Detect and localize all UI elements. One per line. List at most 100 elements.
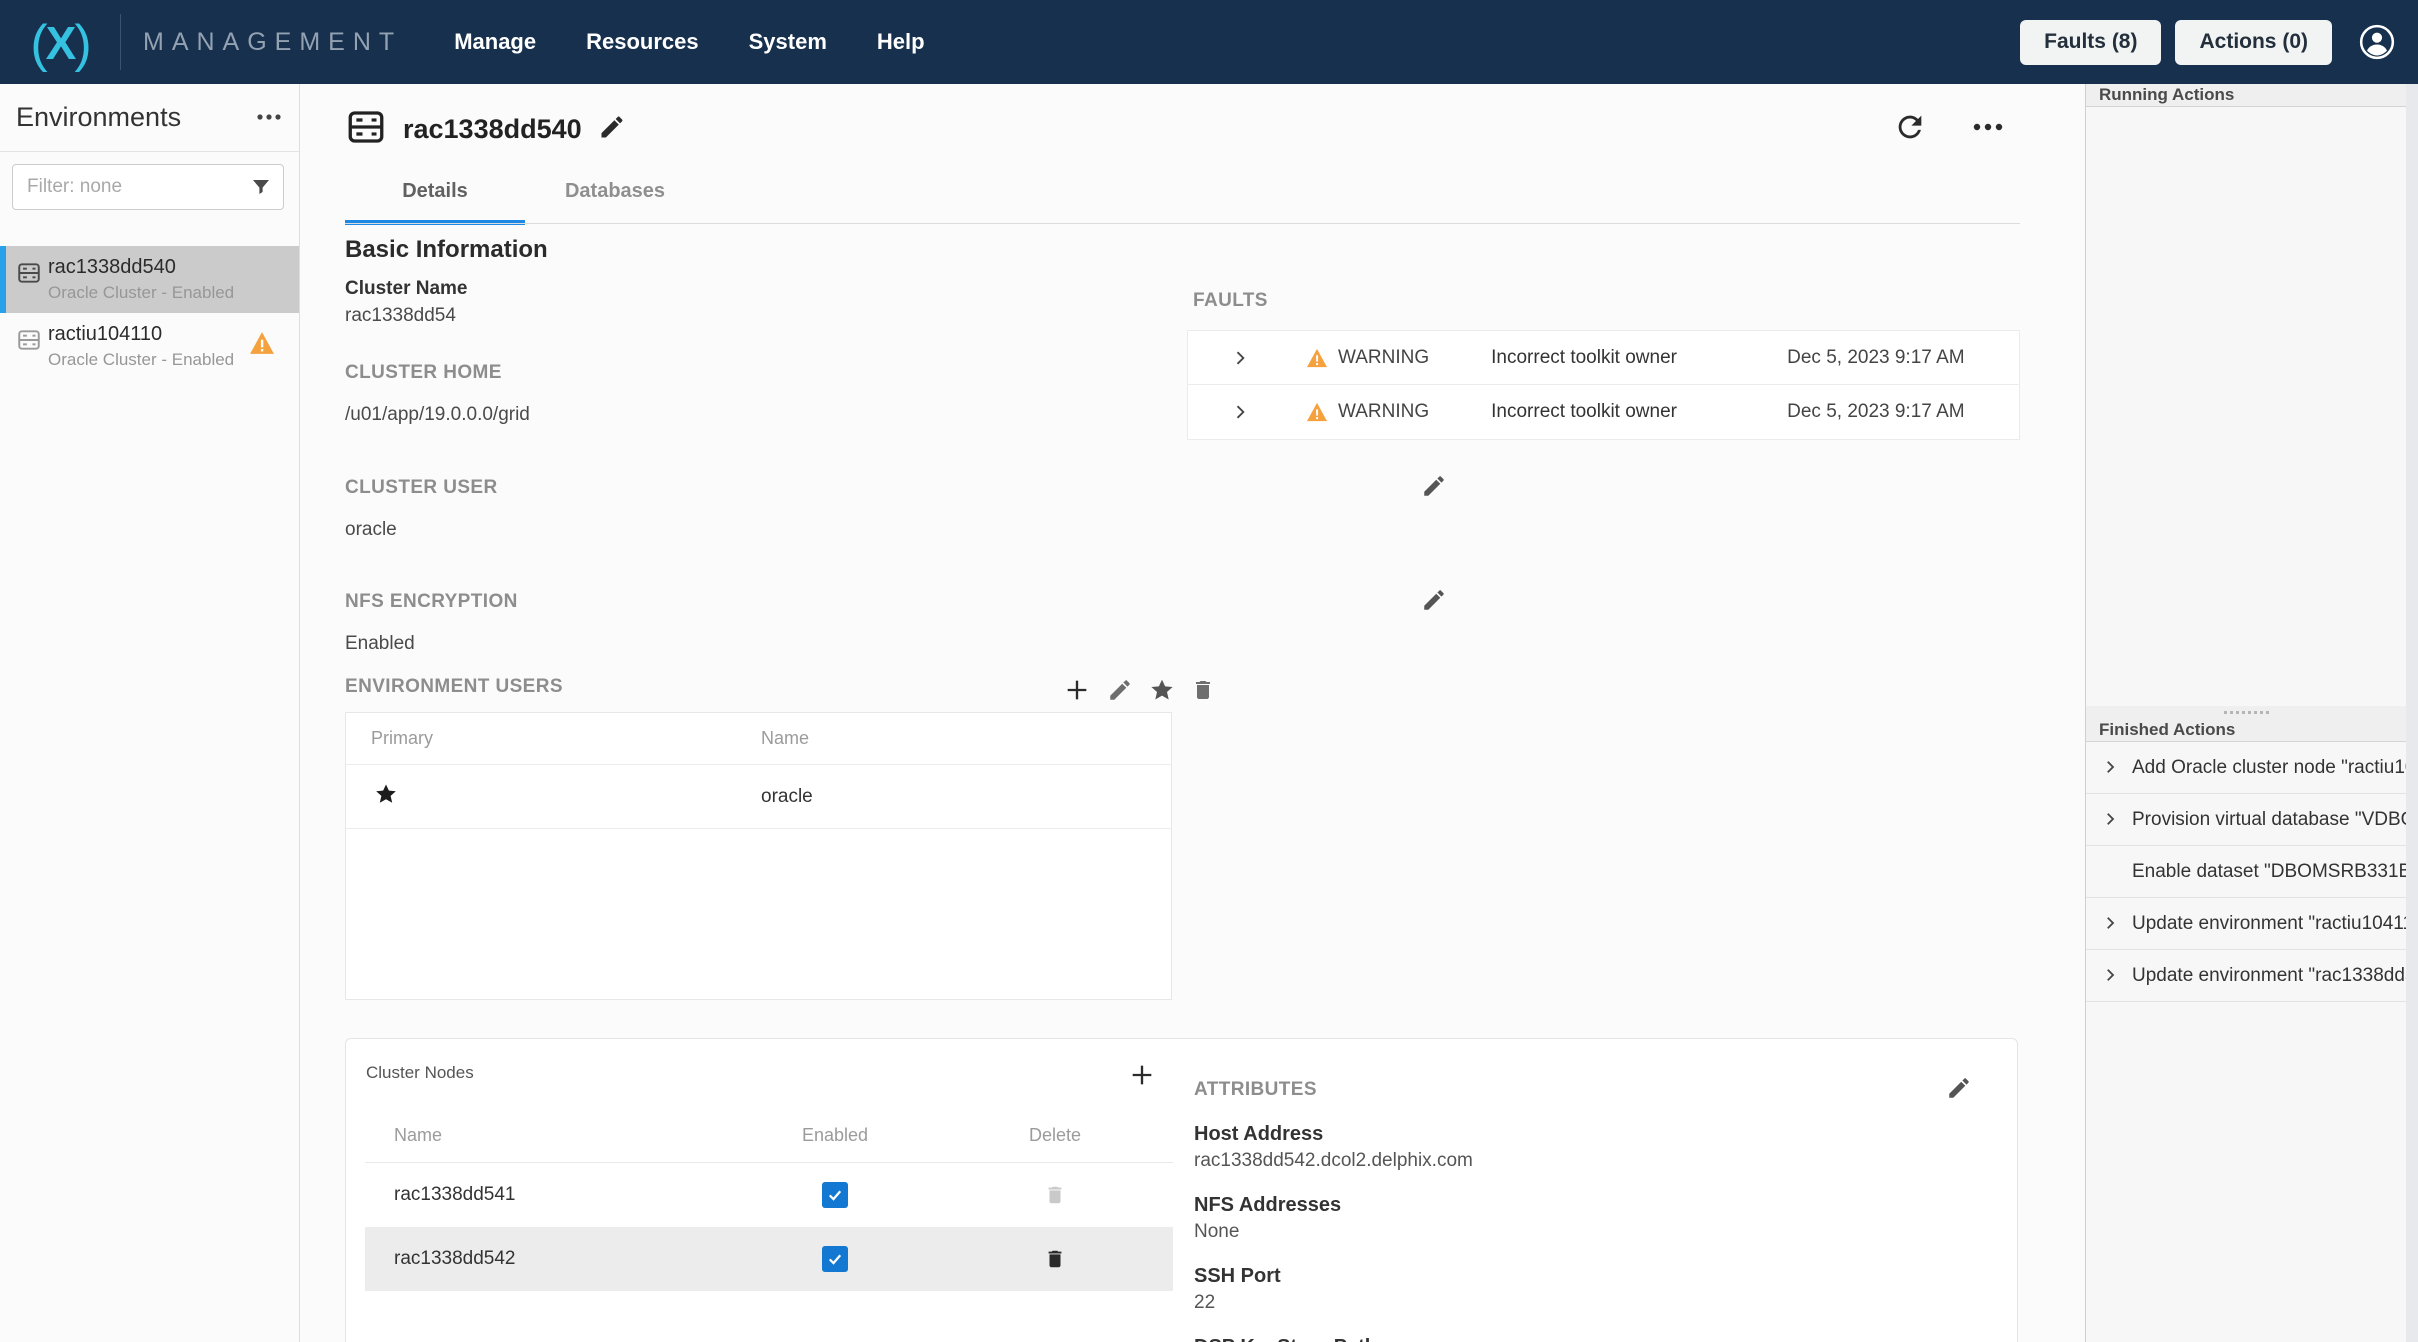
faults-button[interactable]: Faults (8)	[2020, 20, 2161, 65]
finished-actions-header: Finished Actions	[2086, 718, 2406, 742]
fault-date: Dec 5, 2023 9:17 AM	[1787, 347, 1964, 369]
finished-action-item[interactable]: Update environment "ractiu104110".	[2086, 898, 2406, 950]
environment-name: rac1338dd540	[48, 256, 287, 279]
environment-list: rac1338dd540 Oracle Cluster - Enabled ra…	[0, 246, 299, 380]
host-address-label: Host Address	[1194, 1123, 1994, 1146]
fault-title: Incorrect toolkit owner	[1491, 347, 1741, 369]
environment-detail-main: rac1338dd540 Details Databases Basic Inf…	[300, 84, 2085, 1342]
finished-action-label: Provision virtual database "VDBO_...	[2132, 809, 2406, 831]
nfs-encryption-value: Enabled	[345, 633, 1465, 655]
nav-resources[interactable]: Resources	[586, 29, 699, 55]
detail-tabs: Details Databases	[345, 180, 705, 225]
add-user-plus-icon[interactable]	[1063, 676, 1091, 709]
table-row[interactable]: rac1338dd541	[365, 1163, 1173, 1227]
topbar: (X) MANAGEMENT Manage Resources System H…	[0, 0, 2418, 84]
fault-row[interactable]: WARNING Incorrect toolkit owner Dec 5, 2…	[1188, 385, 2019, 439]
nfs-encryption-label: NFS ENCRYPTION	[345, 591, 1465, 613]
users-table-header: Primary Name	[346, 713, 1171, 765]
finished-action-item[interactable]: Add Oracle cluster node "ractiu104...	[2086, 742, 2406, 794]
finished-action-label: Add Oracle cluster node "ractiu104...	[2132, 757, 2406, 779]
sidebar-overflow-icon[interactable]	[255, 109, 283, 127]
finished-action-label: Update environment "rac1338dd54...	[2132, 965, 2406, 987]
edit-cluster-user-pencil-icon[interactable]	[1421, 473, 1447, 504]
column-name: Name	[761, 728, 809, 749]
expand-chevron-icon[interactable]	[1230, 348, 1250, 368]
actions-panel: Running Actions Finished Actions Add Ora…	[2085, 84, 2406, 1342]
environment-item-rac1338dd540[interactable]: rac1338dd540 Oracle Cluster - Enabled	[0, 246, 299, 313]
cluster-nodes-card: Cluster Nodes Name Enabled Delete rac133…	[345, 1038, 2018, 1342]
finished-action-item[interactable]: Provision virtual database "VDBO_...	[2086, 794, 2406, 846]
cluster-user-label: CLUSTER USER	[345, 477, 1465, 499]
enabled-checkbox[interactable]	[822, 1182, 848, 1208]
filter-icon[interactable]	[249, 175, 273, 204]
panel-resize-handle[interactable]	[2086, 706, 2406, 718]
dsp-keystore-path-field: DSP KeyStore Path None	[1194, 1336, 1994, 1342]
cluster-user-field: CLUSTER USER oracle	[345, 477, 1465, 541]
host-address-value: rac1338dd542.dcol2.delphix.com	[1194, 1150, 1994, 1172]
add-node-plus-icon[interactable]	[1128, 1061, 1156, 1094]
fault-severity: WARNING	[1306, 347, 1429, 369]
finished-action-item[interactable]: Update environment "rac1338dd54...	[2086, 950, 2406, 1002]
column-name: Name	[365, 1125, 725, 1146]
overflow-menu-icon[interactable]	[1971, 121, 2005, 133]
cluster-nodes-header: Name Enabled Delete	[365, 1109, 1173, 1163]
enabled-checkbox[interactable]	[822, 1246, 848, 1272]
environment-users-toolbar	[1063, 676, 1215, 709]
environment-filter-input[interactable]	[12, 164, 284, 210]
fault-date: Dec 5, 2023 9:17 AM	[1787, 401, 1964, 423]
user-profile-icon[interactable]	[2358, 23, 2396, 61]
sidebar-header: Environments	[0, 84, 299, 152]
table-row-selected[interactable]: rac1338dd542	[365, 1227, 1173, 1291]
cluster-name-label: Cluster Name	[345, 278, 1465, 300]
main-header-actions	[1893, 110, 2005, 144]
environment-users-label: ENVIRONMENT USERS	[345, 676, 1465, 698]
expand-chevron-icon[interactable]	[1230, 402, 1250, 422]
expand-chevron-icon[interactable]	[2101, 966, 2119, 989]
nav-help[interactable]: Help	[877, 29, 925, 55]
expand-chevron-icon[interactable]	[2101, 914, 2119, 937]
environment-icon	[345, 106, 387, 153]
brand-label: MANAGEMENT	[143, 28, 402, 57]
edit-user-pencil-icon[interactable]	[1107, 677, 1133, 708]
environments-sidebar: Environments rac1338dd540 Oracle Cluster…	[0, 84, 300, 1342]
attributes-section: ATTRIBUTES Host Address rac1338dd542.dco…	[1194, 1079, 1994, 1342]
tab-details[interactable]: Details	[345, 180, 525, 225]
attributes-label: ATTRIBUTES	[1194, 1079, 1994, 1101]
nav-manage[interactable]: Manage	[454, 29, 536, 55]
fault-severity: WARNING	[1306, 401, 1429, 423]
refresh-icon[interactable]	[1893, 110, 1927, 144]
nfs-encryption-field: NFS ENCRYPTION Enabled	[345, 591, 1465, 655]
actions-button[interactable]: Actions (0)	[2175, 20, 2332, 65]
fault-severity-text: WARNING	[1338, 401, 1429, 423]
warning-icon	[249, 331, 275, 360]
column-enabled: Enabled	[725, 1125, 945, 1146]
tab-databases[interactable]: Databases	[525, 180, 705, 225]
warning-icon	[1306, 348, 1328, 368]
expand-chevron-icon[interactable]	[2101, 758, 2119, 781]
expand-chevron-icon[interactable]	[2101, 810, 2119, 833]
user-name: oracle	[761, 786, 813, 808]
table-row[interactable]: oracle	[346, 765, 1171, 829]
page-scrollbar[interactable]	[2406, 84, 2418, 1342]
set-primary-star-icon[interactable]	[1149, 677, 1175, 708]
filter-wrap	[12, 164, 285, 210]
delete-user-trash-icon[interactable]	[1191, 677, 1215, 708]
environment-item-ractiu104110[interactable]: ractiu104110 Oracle Cluster - Enabled	[0, 313, 299, 380]
rename-environment-pencil-icon[interactable]	[598, 113, 626, 146]
faults-table: WARNING Incorrect toolkit owner Dec 5, 2…	[1187, 330, 2020, 440]
running-actions-header: Running Actions	[2086, 84, 2406, 107]
tabs-divider	[345, 223, 2020, 224]
node-name: rac1338dd541	[365, 1184, 725, 1206]
delete-node-trash-icon[interactable]	[1044, 1247, 1066, 1271]
finished-action-item[interactable]: Enable dataset "DBOMSRB331B3".	[2086, 846, 2406, 898]
delete-node-trash-icon	[1044, 1183, 1066, 1207]
ssh-port-field: SSH Port 22	[1194, 1265, 1994, 1314]
delphix-logo-icon[interactable]: (X)	[0, 12, 120, 72]
logo-x: X	[46, 17, 75, 69]
edit-attributes-pencil-icon[interactable]	[1946, 1075, 1972, 1106]
delphix-management-screen: (X) MANAGEMENT Manage Resources System H…	[0, 0, 2418, 1342]
nav-system[interactable]: System	[749, 29, 827, 55]
edit-nfs-encryption-pencil-icon[interactable]	[1421, 587, 1447, 618]
fault-row[interactable]: WARNING Incorrect toolkit owner Dec 5, 2…	[1188, 331, 2019, 385]
ssh-port-label: SSH Port	[1194, 1265, 1994, 1288]
